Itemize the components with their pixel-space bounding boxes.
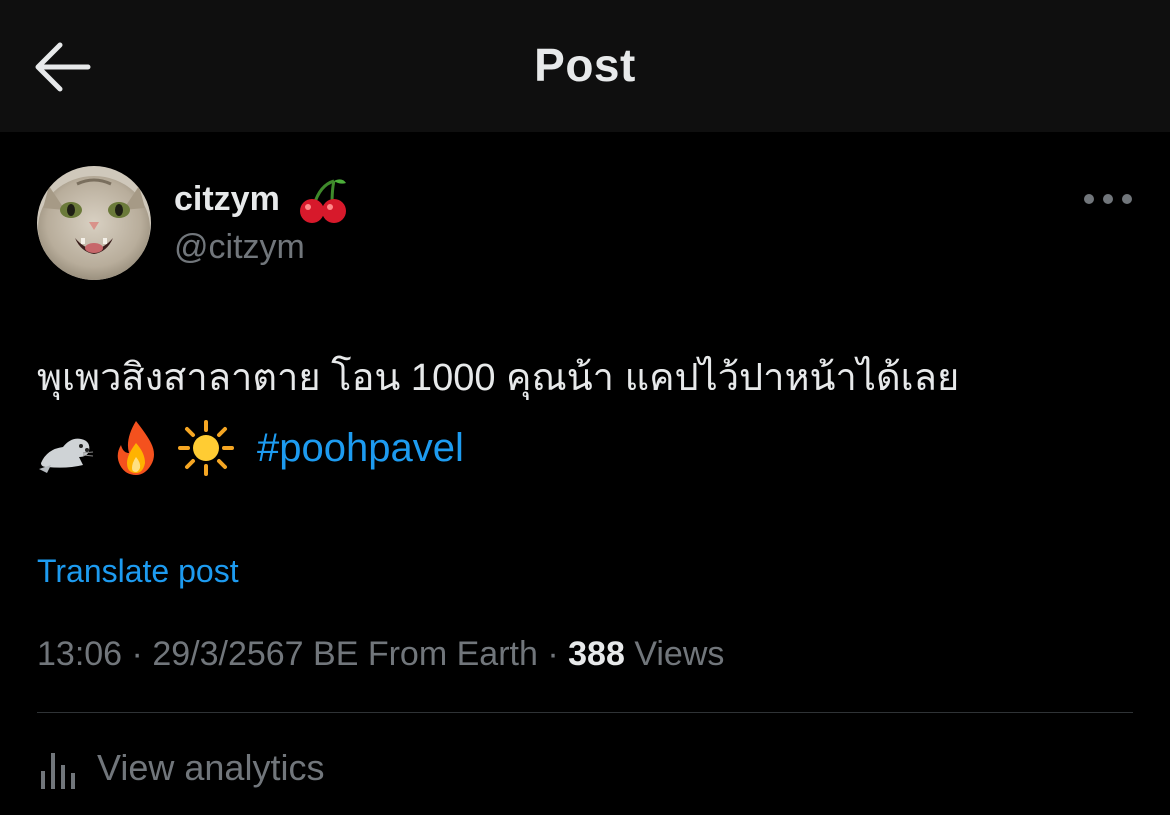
page-title: Post — [534, 39, 636, 91]
seal-icon — [39, 438, 94, 473]
post-text: พุเพวสิงสาลาตาย โอน 1000 คุณน้า แคปไว้ปา… — [37, 357, 960, 399]
views-label: Views — [634, 635, 725, 673]
divider — [37, 712, 1133, 713]
user-handle[interactable]: @citzym — [174, 228, 305, 267]
cat-avatar-image — [37, 166, 151, 280]
post-meta: 13:06 · 29/3/2567 BE From Earth · 388 Vi… — [37, 635, 724, 674]
post-date: 29/3/2567 BE — [152, 635, 359, 673]
avatar[interactable] — [37, 166, 151, 280]
view-analytics-button[interactable]: View analytics — [37, 740, 324, 796]
bar-chart-icon — [41, 753, 75, 789]
display-name[interactable]: citzym — [174, 180, 280, 219]
top-bar: Post — [0, 0, 1170, 132]
hashtag-link[interactable]: #poohpavel — [257, 426, 464, 471]
post-location: From Earth — [367, 635, 538, 673]
view-analytics-label: View analytics — [97, 747, 325, 788]
post-time: 13:06 — [37, 635, 123, 673]
meta-separator: · — [131, 635, 143, 673]
cherries-icon — [300, 179, 346, 223]
more-options-icon[interactable] — [1080, 186, 1136, 212]
fire-icon — [117, 421, 154, 475]
post-emoji-row: #poohpavel — [37, 418, 464, 478]
meta-separator: · — [547, 635, 559, 673]
sun-icon — [178, 420, 234, 476]
translate-post-link[interactable]: Translate post — [37, 553, 239, 590]
views-count: 388 — [568, 635, 625, 673]
